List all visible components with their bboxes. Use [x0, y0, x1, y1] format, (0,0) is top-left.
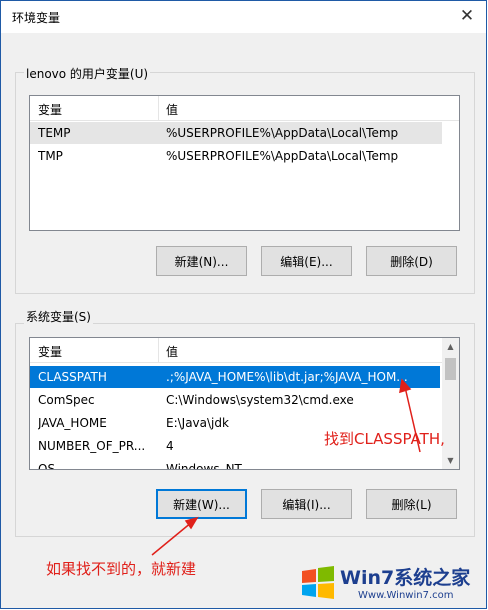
windows-flag-icon — [302, 566, 334, 599]
watermark-brand: Win7系统之家 — [340, 567, 471, 589]
watermark-logo: Win7系统之家 Www.Winwin7.com — [298, 561, 486, 607]
watermark-url: Www.Winwin7.com — [358, 590, 454, 601]
arrow-to-classpath-icon — [399, 378, 421, 453]
annotation-arrows — [151, 378, 421, 556]
arrow-to-new-button-icon — [151, 516, 199, 556]
